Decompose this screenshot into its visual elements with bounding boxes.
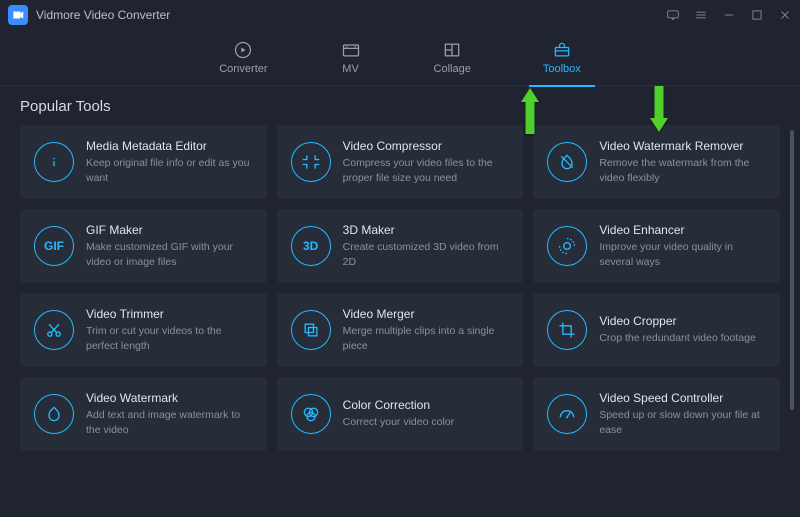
tool-title: 3D Maker (343, 223, 510, 237)
app-title: Vidmore Video Converter (36, 8, 170, 22)
enhance-icon (547, 226, 587, 266)
titlebar: Vidmore Video Converter (0, 0, 800, 30)
tool-video-compressor[interactable]: Video Compressor Compress your video fil… (277, 125, 524, 199)
tab-mv[interactable]: MV (334, 36, 368, 79)
tool-video-merger[interactable]: Video Merger Merge multiple clips into a… (277, 293, 524, 367)
scissors-icon (34, 310, 74, 350)
crop-icon (547, 310, 587, 350)
app-logo (8, 5, 28, 25)
tool-video-cropper[interactable]: Video Cropper Crop the redundant video f… (533, 293, 780, 367)
tool-video-watermark-remover[interactable]: Video Watermark Remover Remove the water… (533, 125, 780, 199)
tool-desc: Compress your video files to the proper … (343, 156, 510, 184)
feedback-icon[interactable] (666, 8, 680, 22)
mv-icon (340, 40, 362, 60)
tool-video-trimmer[interactable]: Video Trimmer Trim or cut your videos to… (20, 293, 267, 367)
tool-title: Video Cropper (599, 314, 755, 328)
tools-grid: Media Metadata Editor Keep original file… (20, 125, 780, 451)
minimize-icon[interactable] (722, 8, 736, 22)
section-title: Popular Tools (20, 98, 780, 115)
tool-desc: Merge multiple clips into a single piece (343, 324, 510, 352)
watermark-remove-icon (547, 142, 587, 182)
scrollbar[interactable] (790, 130, 794, 410)
nav-label: MV (342, 63, 359, 75)
navbar: Converter MV Collage Toolbox (0, 30, 800, 86)
tool-gif-maker[interactable]: GIF GIF Maker Make customized GIF with y… (20, 209, 267, 283)
tool-desc: Make customized GIF with your video or i… (86, 240, 253, 268)
nav-label: Toolbox (543, 63, 581, 75)
tool-desc: Improve your video quality in several wa… (599, 240, 766, 268)
gif-icon: GIF (34, 226, 74, 266)
menu-icon[interactable] (694, 8, 708, 22)
tool-title: Video Merger (343, 307, 510, 321)
tool-title: Color Correction (343, 398, 454, 412)
tab-converter[interactable]: Converter (213, 36, 273, 79)
tool-3d-maker[interactable]: 3D 3D Maker Create customized 3D video f… (277, 209, 524, 283)
tool-desc: Correct your video color (343, 415, 454, 429)
tool-title: Video Enhancer (599, 223, 766, 237)
nav-label: Collage (434, 63, 471, 75)
tool-desc: Remove the watermark from the video flex… (599, 156, 766, 184)
tool-color-correction[interactable]: Color Correction Correct your video colo… (277, 377, 524, 451)
tool-video-speed-controller[interactable]: Video Speed Controller Speed up or slow … (533, 377, 780, 451)
tool-desc: Keep original file info or edit as you w… (86, 156, 253, 184)
nav-label: Converter (219, 63, 267, 75)
tool-title: Media Metadata Editor (86, 139, 253, 153)
maximize-icon[interactable] (750, 8, 764, 22)
speed-icon (547, 394, 587, 434)
merge-icon (291, 310, 331, 350)
color-icon (291, 394, 331, 434)
info-icon (34, 142, 74, 182)
content-area: Popular Tools Media Metadata Editor Keep… (0, 86, 800, 517)
tool-desc: Add text and image watermark to the vide… (86, 408, 253, 436)
3d-icon: 3D (291, 226, 331, 266)
compress-icon (291, 142, 331, 182)
tool-video-enhancer[interactable]: Video Enhancer Improve your video qualit… (533, 209, 780, 283)
watermark-icon (34, 394, 74, 434)
tool-title: Video Watermark Remover (599, 139, 766, 153)
tool-title: Video Watermark (86, 391, 253, 405)
converter-icon (232, 40, 254, 60)
tool-title: Video Trimmer (86, 307, 253, 321)
tool-video-watermark[interactable]: Video Watermark Add text and image water… (20, 377, 267, 451)
toolbox-icon (551, 40, 573, 60)
tool-title: Video Compressor (343, 139, 510, 153)
tool-desc: Create customized 3D video from 2D (343, 240, 510, 268)
window-controls (666, 8, 792, 22)
tool-desc: Crop the redundant video footage (599, 331, 755, 345)
tool-desc: Speed up or slow down your file at ease (599, 408, 766, 436)
tool-title: Video Speed Controller (599, 391, 766, 405)
tab-toolbox[interactable]: Toolbox (537, 36, 587, 79)
collage-icon (441, 40, 463, 60)
close-icon[interactable] (778, 8, 792, 22)
tool-desc: Trim or cut your videos to the perfect l… (86, 324, 253, 352)
tool-title: GIF Maker (86, 223, 253, 237)
tool-media-metadata-editor[interactable]: Media Metadata Editor Keep original file… (20, 125, 267, 199)
tab-collage[interactable]: Collage (428, 36, 477, 79)
